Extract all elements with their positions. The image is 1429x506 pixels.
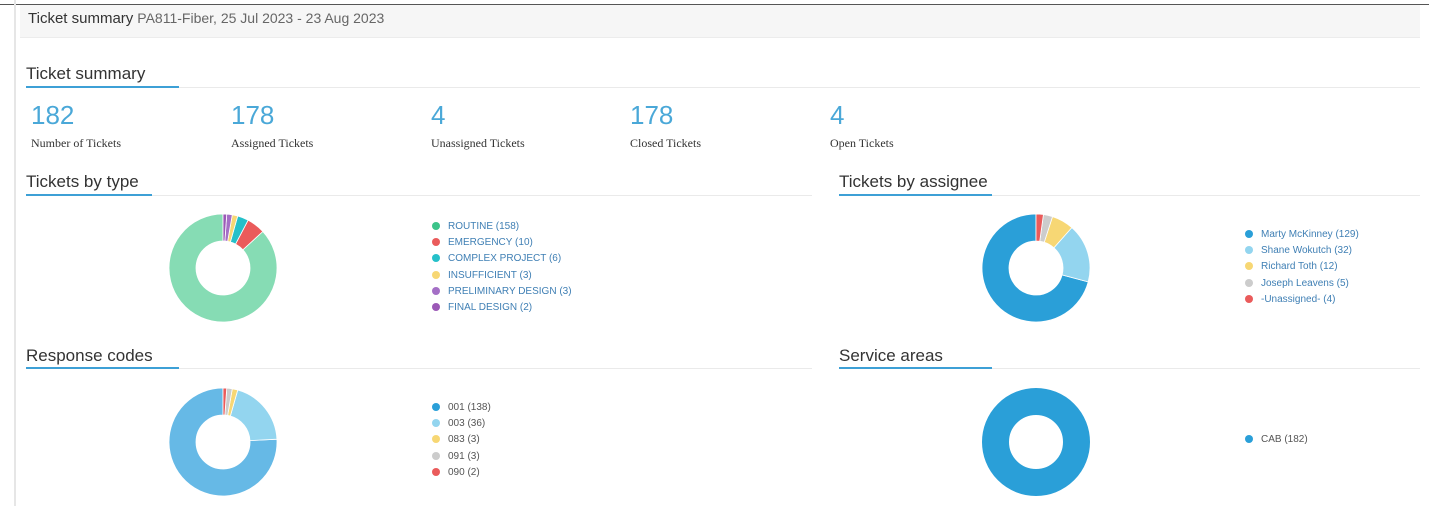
legend-response-codes: 001 (138) 003 (36) 083 (3) 091 (3) 090 (2): [432, 400, 491, 481]
section-underline: [26, 194, 152, 196]
donut-slice-cab[interactable]: [982, 388, 1090, 496]
stat-value: 182: [31, 100, 75, 130]
section-divider: [179, 368, 812, 369]
legend-item[interactable]: 090 (2): [432, 465, 491, 481]
legend-label: Shane Wokutch (32): [1261, 245, 1352, 257]
legend-label: 001 (138): [448, 402, 491, 413]
legend-label: Joseph Leavens (5): [1261, 277, 1349, 289]
legend-item[interactable]: PRELIMINARY DESIGN (3): [432, 284, 572, 300]
legend-item[interactable]: 001 (138): [432, 400, 491, 416]
legend-item[interactable]: Marty McKinney (129): [1245, 227, 1359, 243]
legend-dot-icon: [1245, 230, 1253, 238]
section-underline: [839, 194, 992, 196]
legend-label: COMPLEX PROJECT (6): [448, 253, 562, 265]
donut-chart-service-areas: [982, 388, 1090, 496]
legend-label: 091 (3): [448, 450, 480, 462]
stat-closed-tickets: 178 Closed Tickets: [630, 100, 701, 151]
legend-dot-icon: [432, 286, 440, 295]
stat-assigned-tickets: 178 Assigned Tickets: [231, 100, 313, 151]
section-divider: [992, 368, 1420, 369]
legend-label: INSUFFICIENT (3): [448, 269, 532, 281]
stat-label: Open Tickets: [830, 136, 894, 150]
legend-label: CAB (182): [1261, 434, 1308, 445]
section-title-service-areas: Service areas: [839, 346, 943, 365]
donut-chart-tickets-by-type: [168, 213, 278, 323]
stat-number-of-tickets: 182 Number of Tickets: [31, 100, 121, 151]
legend-item[interactable]: -Unassigned- (4): [1245, 292, 1359, 308]
section-divider: [992, 195, 1420, 196]
legend-dot-icon: [432, 222, 440, 230]
legend-dot-icon: [432, 302, 440, 311]
section-underline: [839, 367, 992, 369]
legend-dot-icon: [432, 451, 440, 460]
stat-value: 4: [830, 100, 845, 130]
legend-item[interactable]: 091 (3): [432, 449, 491, 465]
donut-chart-response-codes: [168, 387, 278, 497]
legend-item[interactable]: INSUFFICIENT (3): [432, 268, 572, 284]
legend-item[interactable]: FINAL DESIGN (2): [432, 300, 572, 316]
stat-label: Assigned Tickets: [231, 136, 314, 150]
legend-item[interactable]: Shane Wokutch (32): [1245, 243, 1359, 259]
stat-label: Closed Tickets: [630, 136, 702, 150]
legend-dot-icon: [432, 238, 440, 247]
legend-dot-icon: [432, 254, 440, 263]
legend-tickets-by-assignee: Marty McKinney (129) Shane Wokutch (32) Ri…: [1245, 227, 1359, 308]
legend-dot-icon: [432, 435, 440, 444]
stat-value: 4: [431, 100, 446, 130]
legend-dot-icon: [1245, 246, 1253, 255]
stat-value: 178: [231, 100, 275, 130]
stat-value: 178: [630, 100, 674, 130]
legend-service-areas: CAB (182): [1245, 432, 1308, 448]
page-subtitle: PA811-Fiber, 25 Jul 2023 - 23 Aug 2023: [137, 10, 385, 26]
section-title-ticket-summary: Ticket summary: [26, 64, 146, 83]
section-underline: [26, 367, 179, 369]
page-header: Ticket summary PA811-Fiber, 25 Jul 2023 -…: [20, 5, 1420, 38]
legend-label: Richard Toth (12): [1261, 261, 1338, 273]
legend-dot-icon: [1245, 294, 1253, 303]
legend-dot-icon: [432, 403, 440, 411]
legend-dot-icon: [1245, 262, 1253, 271]
legend-dot-icon: [1245, 278, 1253, 287]
legend-label: PRELIMINARY DESIGN (3): [448, 285, 572, 297]
legend-dot-icon: [432, 270, 440, 279]
section-title-tickets-by-assignee: Tickets by assignee: [839, 172, 988, 191]
legend-dot-icon: [432, 419, 440, 428]
section-underline: [26, 86, 179, 88]
section-divider: [179, 87, 1420, 88]
page-title-text: Ticket summary: [28, 10, 134, 27]
legend-item[interactable]: ROUTINE (158): [432, 219, 572, 235]
legend-label: EMERGENCY (10): [448, 237, 533, 249]
donut-slice-003[interactable]: [229, 389, 278, 442]
legend-label: 003 (36): [448, 418, 486, 430]
legend-item[interactable]: Richard Toth (12): [1245, 259, 1359, 275]
legend-label: -Unassigned- (4): [1261, 293, 1336, 305]
legend-item[interactable]: 083 (3): [432, 432, 491, 448]
legend-tickets-by-type: ROUTINE (158) EMERGENCY (10) COMPLEX PROJE…: [432, 219, 572, 316]
section-title-tickets-by-type: Tickets by type: [26, 172, 139, 191]
legend-item[interactable]: 003 (36): [432, 416, 491, 432]
legend-label: FINAL DESIGN (2): [448, 301, 533, 313]
legend-dot-icon: [1245, 435, 1253, 443]
section-title-response-codes: Response codes: [26, 346, 153, 365]
legend-item[interactable]: EMERGENCY (10): [432, 235, 572, 251]
legend-item[interactable]: COMPLEX PROJECT (6): [432, 251, 572, 267]
legend-item[interactable]: CAB (182): [1245, 432, 1308, 448]
stat-label: Unassigned Tickets: [431, 136, 525, 150]
legend-label: 083 (3): [448, 434, 480, 446]
stat-label: Number of Tickets: [31, 136, 121, 150]
stat-open-tickets: 4 Open Tickets: [830, 100, 894, 151]
donut-chart-tickets-by-assignee: [981, 213, 1091, 323]
page-title: Ticket summary PA811-Fiber, 25 Jul 2023 -…: [28, 10, 384, 27]
legend-dot-icon: [432, 467, 440, 476]
legend-label: ROUTINE (158): [448, 221, 520, 232]
legend-label: 090 (2): [448, 466, 480, 478]
legend-label: Marty McKinney (129): [1261, 229, 1359, 240]
stat-unassigned-tickets: 4 Unassigned Tickets: [431, 100, 525, 151]
legend-item[interactable]: Joseph Leavens (5): [1245, 276, 1359, 292]
section-divider: [152, 195, 812, 196]
left-border: [14, 0, 16, 506]
